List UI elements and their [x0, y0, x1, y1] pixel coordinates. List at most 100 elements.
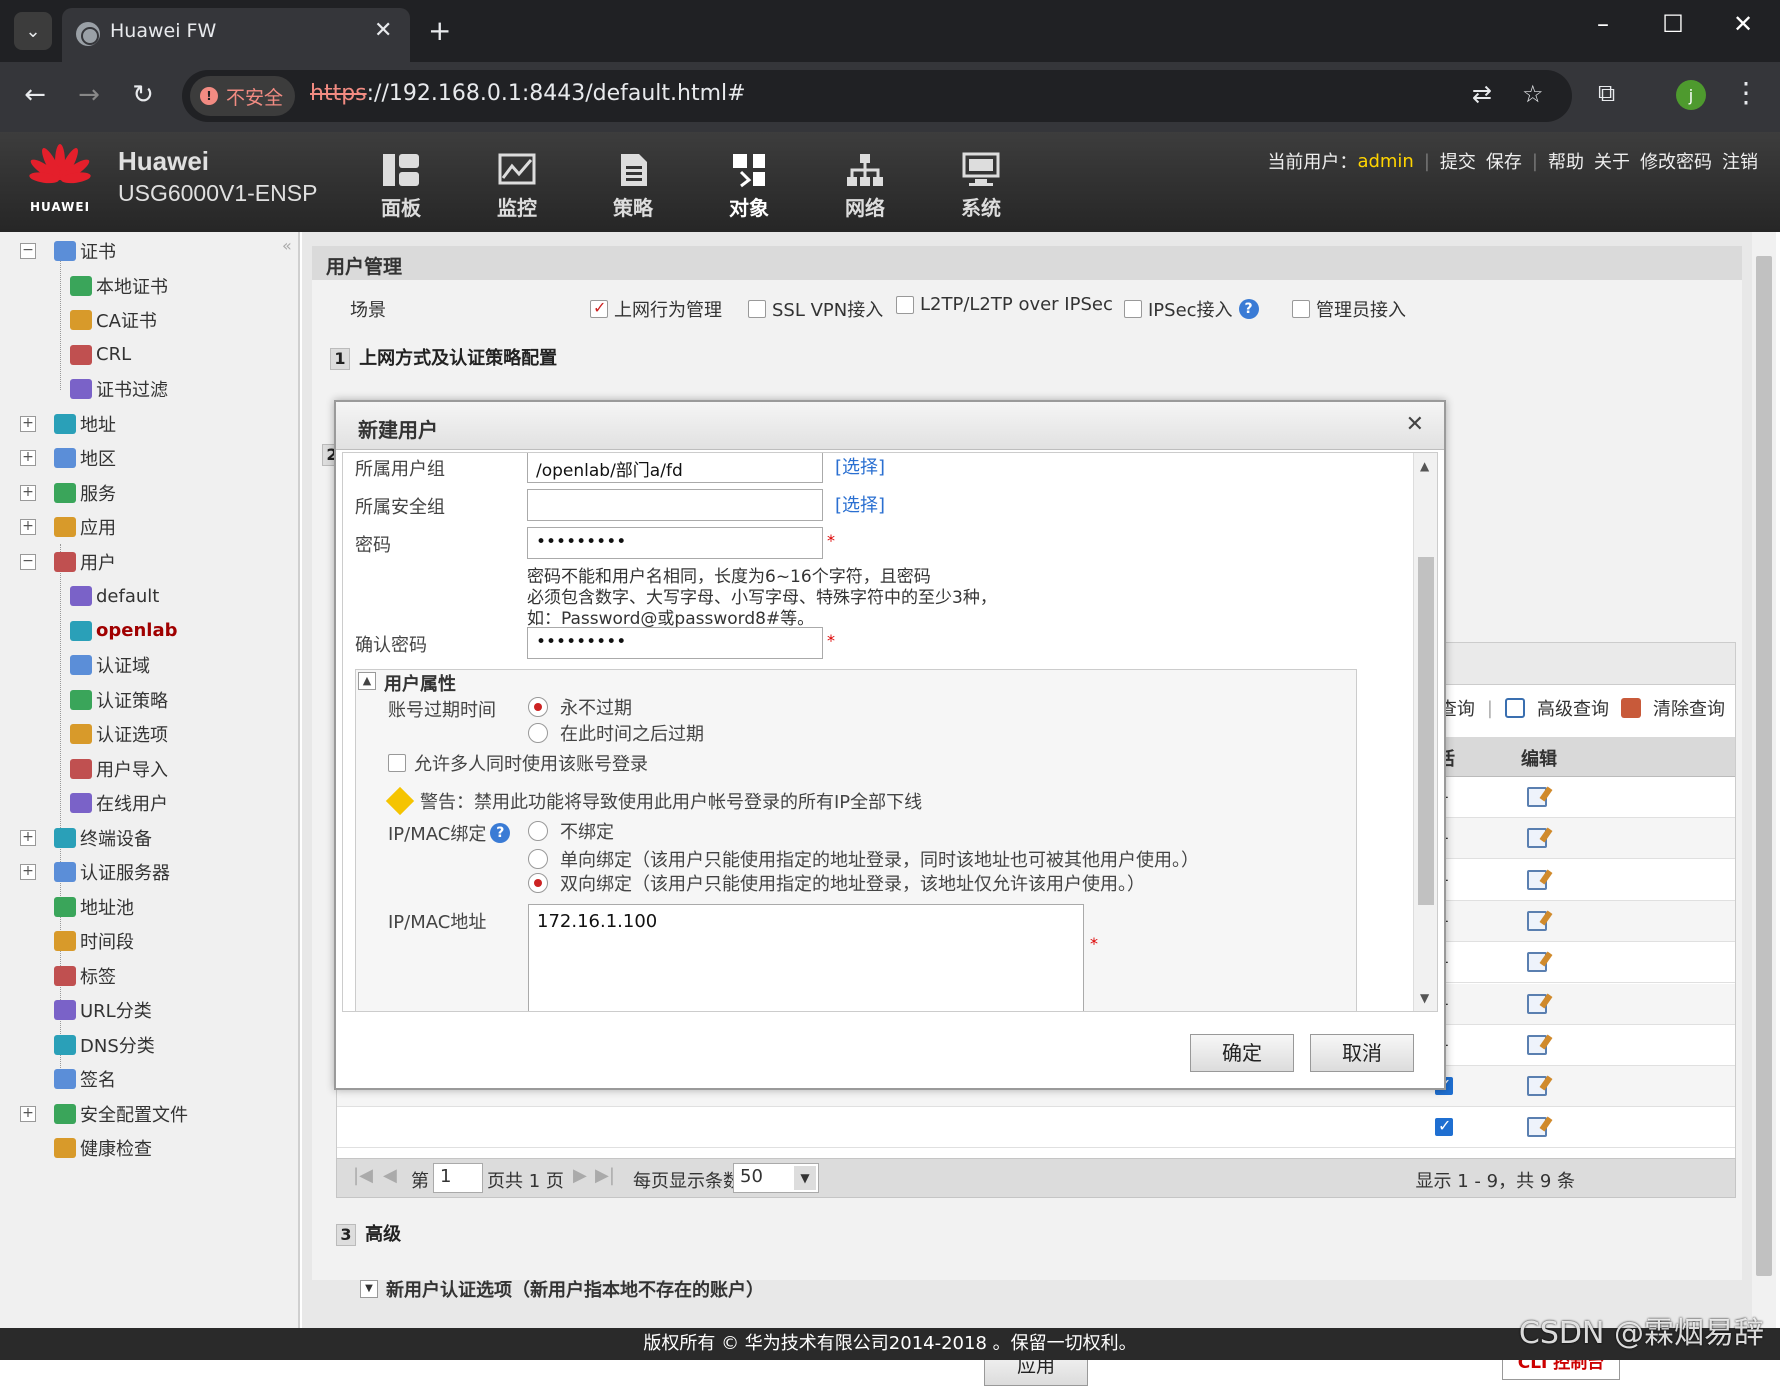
scene-option-l2tp[interactable]: L2TP/L2TP over IPSec	[896, 294, 1113, 315]
select-user-group-link[interactable]: [选择]	[835, 453, 885, 479]
reload-icon[interactable]: ↻	[126, 80, 160, 110]
minimize-icon[interactable]: –	[1578, 10, 1628, 38]
edit-icon[interactable]	[1527, 910, 1547, 931]
new-tab-button[interactable]: +	[428, 14, 451, 47]
scrollbar-thumb[interactable]	[1418, 557, 1434, 905]
chevron-down-icon[interactable]: ▼	[794, 1166, 816, 1190]
expand-icon[interactable]: +	[20, 519, 36, 535]
sidebar-item[interactable]: 地址	[54, 409, 116, 439]
url-text[interactable]: https://192.168.0.1:8443/default.html#	[310, 81, 746, 106]
radio-button[interactable]	[528, 849, 548, 869]
extensions-icon[interactable]: ⧉	[1598, 79, 1615, 107]
save-link[interactable]: 保存	[1486, 148, 1522, 174]
expire-never-option[interactable]: 永不过期	[528, 694, 632, 720]
security-group-input[interactable]	[527, 489, 823, 521]
help-link[interactable]: 帮助	[1548, 148, 1584, 174]
sidebar-item[interactable]: URL分类	[54, 995, 152, 1025]
scroll-down-icon[interactable]: ▼	[1420, 991, 1429, 1005]
checkbox[interactable]	[388, 754, 406, 772]
radio-button[interactable]	[528, 821, 548, 841]
sidebar-item[interactable]: 健康检查	[54, 1133, 152, 1163]
active-checkbox[interactable]	[1435, 1116, 1453, 1137]
browser-tab[interactable]: Huawei FW ✕	[62, 8, 410, 62]
sidebar-item[interactable]: 服务	[54, 478, 116, 508]
maximize-icon[interactable]: ☐	[1648, 10, 1698, 38]
sidebar-item[interactable]: 时间段	[54, 926, 134, 956]
forward-icon[interactable]: →	[72, 80, 106, 110]
table-row[interactable]	[337, 1107, 1735, 1149]
password-field[interactable]: •••••••••	[527, 527, 823, 559]
radio-button[interactable]	[528, 697, 548, 717]
change-password-link[interactable]: 修改密码	[1640, 148, 1712, 174]
logout-link[interactable]: 注销	[1722, 148, 1758, 174]
edit-icon[interactable]	[1527, 828, 1547, 849]
nav-system[interactable]: 系统	[936, 152, 1026, 221]
page-number-input[interactable]: 1	[433, 1163, 483, 1193]
confirm-password-field[interactable]: •••••••••	[527, 627, 823, 659]
sidebar-item[interactable]: 证书	[54, 236, 116, 266]
scrollbar-thumb[interactable]	[1756, 256, 1772, 1276]
dialog-scrollbar[interactable]: ▲ ▼	[1413, 453, 1437, 1011]
bind-two-way-option[interactable]: 双向绑定（该用户只能使用指定的地址登录，该地址仅允许该用户使用。）	[528, 870, 1145, 896]
security-chip[interactable]: ! 不安全	[190, 76, 296, 116]
edit-icon[interactable]	[1527, 993, 1547, 1014]
sidebar-item[interactable]: 证书过滤	[70, 374, 168, 404]
last-page-icon[interactable]: ▶|	[595, 1165, 615, 1186]
scene-option-admin[interactable]: 管理员接入	[1292, 296, 1406, 322]
nav-policy[interactable]: 策略	[588, 152, 678, 221]
sidebar-item[interactable]: openlab	[70, 616, 177, 646]
ok-button[interactable]: 确定	[1190, 1034, 1294, 1072]
edit-icon[interactable]	[1527, 1034, 1547, 1055]
new-user-auth-option[interactable]: ▼ 新用户认证选项（新用户指本地不存在的账户）	[360, 1276, 764, 1302]
about-link[interactable]: 关于	[1594, 148, 1630, 174]
help-icon[interactable]: ?	[1238, 299, 1259, 319]
scene-option-behavior[interactable]: 上网行为管理	[590, 296, 722, 322]
advanced-search-link[interactable]: 高级查询	[1537, 695, 1609, 721]
page-scrollbar[interactable]	[1752, 232, 1776, 1328]
sidebar-item[interactable]: DNS分类	[54, 1030, 155, 1060]
multi-login-option[interactable]: 允许多人同时使用该账号登录	[388, 750, 648, 776]
nav-dashboard[interactable]: 面板	[356, 152, 446, 221]
ipmac-address-textarea[interactable]: 172.16.1.100	[528, 904, 1084, 1011]
sidebar-item[interactable]: 认证服务器	[54, 857, 170, 887]
submit-link[interactable]: 提交	[1440, 148, 1476, 174]
nav-object[interactable]: 对象	[704, 152, 794, 221]
user-group-input[interactable]: /openlab/部门a/fd	[527, 453, 823, 483]
collapse-icon[interactable]: −	[20, 553, 36, 570]
expand-icon[interactable]: +	[20, 415, 36, 432]
sidebar-item[interactable]: 用户	[54, 547, 116, 577]
address-bar[interactable]: ! 不安全 https://192.168.0.1:8443/default.h…	[182, 70, 1572, 122]
edit-icon[interactable]	[1527, 1117, 1547, 1138]
checkbox[interactable]	[1292, 300, 1310, 318]
sidebar-item[interactable]: 终端设备	[54, 823, 152, 853]
expand-icon[interactable]: +	[20, 484, 36, 501]
sidebar-item[interactable]: 安全配置文件	[54, 1099, 188, 1129]
help-icon[interactable]: ?	[490, 823, 511, 843]
sidebar-item[interactable]: 地区	[54, 443, 116, 473]
clear-search-link[interactable]: 清除查询	[1653, 695, 1725, 721]
first-page-icon[interactable]: |◀	[353, 1165, 373, 1186]
edit-icon[interactable]	[1527, 869, 1547, 890]
sidebar-item[interactable]: 认证域	[70, 650, 150, 680]
scroll-up-icon[interactable]: ▲	[1420, 459, 1429, 473]
scene-option-ipsec[interactable]: IPSec接入 ?	[1124, 296, 1259, 322]
sidebar-item[interactable]: 地址池	[54, 892, 134, 922]
expire-after-option[interactable]: 在此时间之后过期	[528, 720, 704, 746]
sidebar-item[interactable]: 在线用户	[70, 788, 168, 818]
sidebar-item[interactable]: 用户导入	[70, 754, 168, 784]
collapse-sidebar-icon[interactable]: «	[282, 236, 292, 255]
tab-search-button[interactable]: ⌄	[14, 12, 52, 50]
cancel-button[interactable]: 取消	[1310, 1034, 1414, 1072]
checkbox[interactable]	[748, 300, 766, 318]
sidebar-item[interactable]: CA证书	[70, 305, 157, 335]
expand-icon[interactable]: +	[20, 829, 36, 846]
tab-close-icon[interactable]: ✕	[374, 18, 392, 43]
checkbox[interactable]	[590, 298, 608, 318]
bind-none-option[interactable]: 不绑定	[528, 818, 614, 844]
edit-icon[interactable]	[1527, 952, 1547, 973]
sidebar-item[interactable]: CRL	[70, 340, 131, 370]
bookmark-star-icon[interactable]: ☆	[1522, 80, 1544, 108]
collapse-icon[interactable]: ▲	[358, 672, 376, 690]
sidebar-item[interactable]: 标签	[54, 961, 116, 991]
profile-avatar[interactable]: j	[1676, 80, 1706, 110]
